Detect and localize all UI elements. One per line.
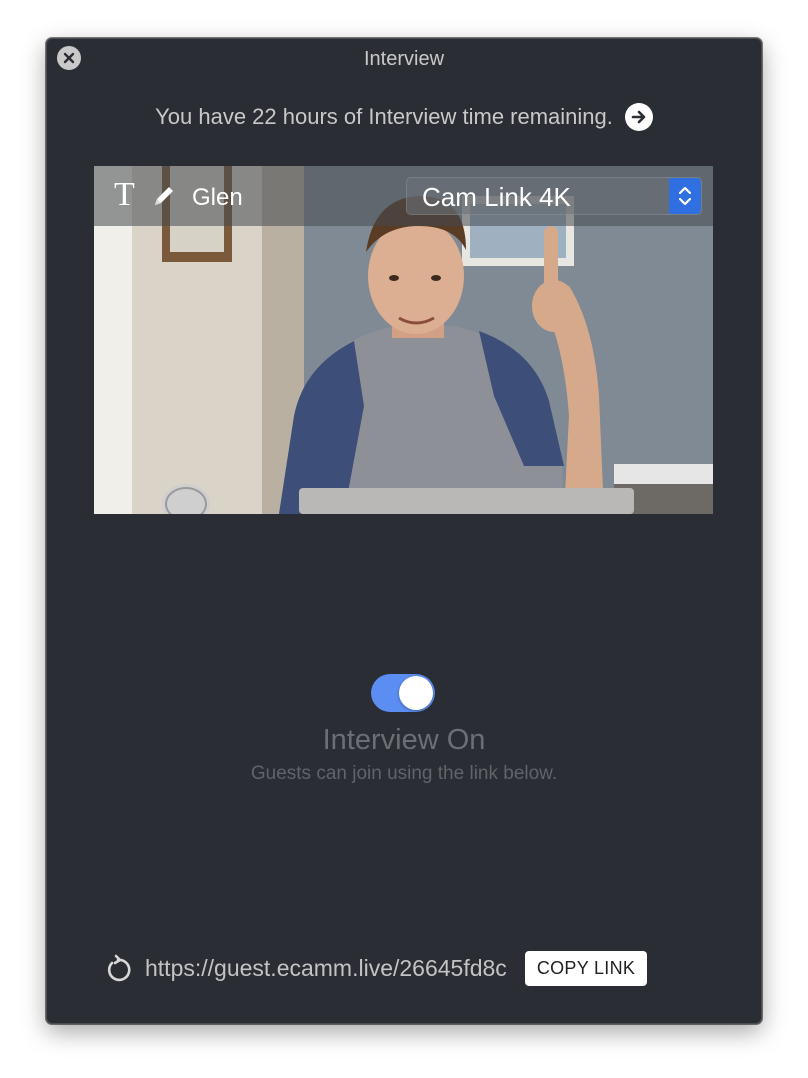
camera-preview: T Glen Cam Link 4K xyxy=(94,166,713,514)
toggle-knob xyxy=(399,676,433,710)
window-title: Interview xyxy=(363,48,445,70)
guest-name-label[interactable]: Glen xyxy=(192,184,243,212)
pencil-tool-button[interactable] xyxy=(151,183,177,214)
guest-link-row: https://guest.ecamm.live/26645fd8c COPY … xyxy=(103,951,648,986)
chevron-up-down-icon xyxy=(678,186,692,206)
regenerate-link-button[interactable] xyxy=(103,954,133,984)
guest-link-url[interactable]: https://guest.ecamm.live/26645fd8c xyxy=(145,955,507,982)
camera-select[interactable]: Cam Link 4K xyxy=(406,177,702,215)
interview-toggle[interactable] xyxy=(371,674,435,712)
time-remaining-text: You have 22 hours of Interview time rema… xyxy=(155,104,613,129)
time-remaining-row: You have 22 hours of Interview time rema… xyxy=(47,103,761,131)
camera-select-value: Cam Link 4K xyxy=(422,182,571,212)
pencil-icon xyxy=(155,187,173,205)
interview-status-title: Interview On xyxy=(322,724,486,756)
text-tool-button[interactable]: T xyxy=(114,176,135,214)
more-time-button[interactable] xyxy=(624,103,653,131)
refresh-icon xyxy=(107,954,131,981)
arrow-right-icon xyxy=(631,110,646,124)
camera-select-stepper[interactable] xyxy=(669,178,701,214)
interview-window: Interview You have 22 hours of Interview… xyxy=(46,38,762,1024)
title-bar: Interview xyxy=(47,39,761,77)
copy-link-button[interactable]: COPY LINK xyxy=(524,951,648,986)
interview-status-subtitle: Guests can join using the link below. xyxy=(250,763,558,784)
